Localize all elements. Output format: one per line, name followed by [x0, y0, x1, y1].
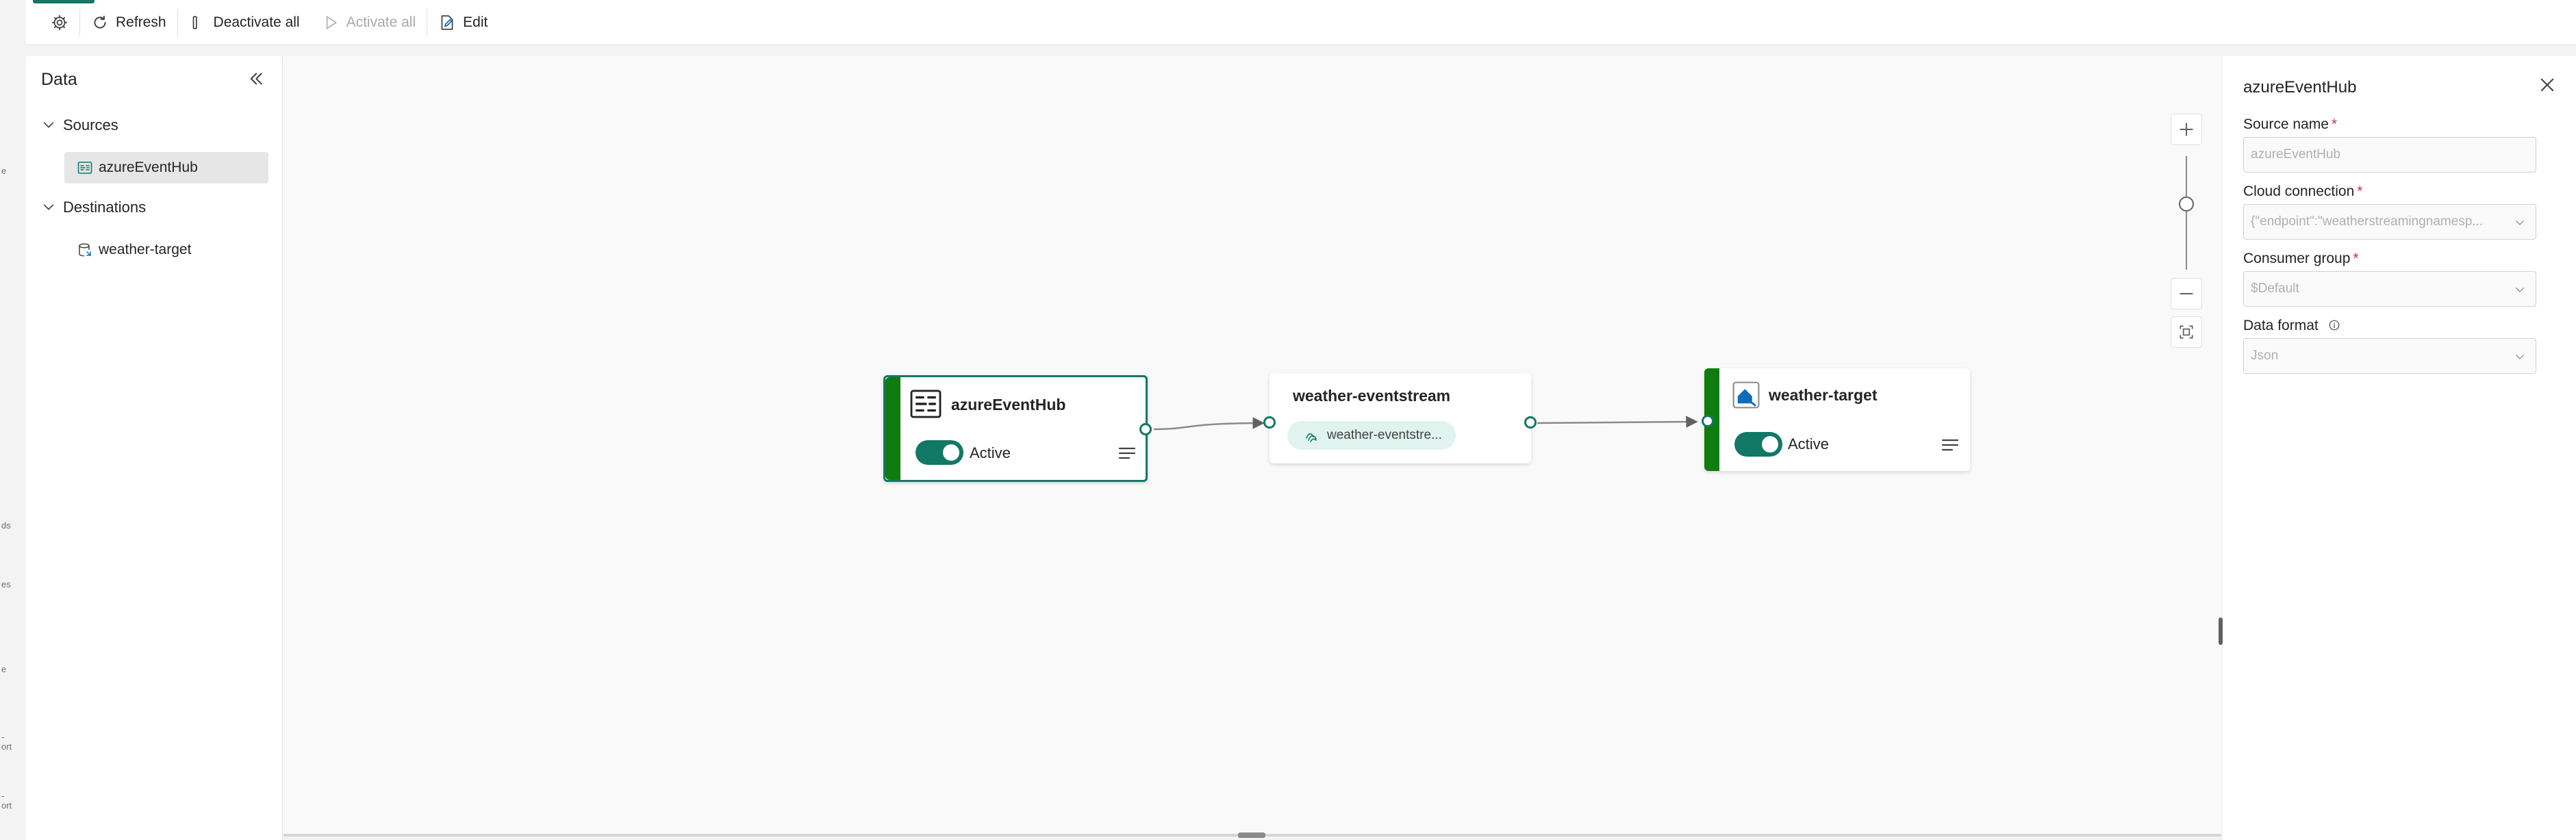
chevron-down-icon: [2516, 288, 2524, 292]
chevron-down-icon: [2516, 355, 2524, 359]
source-output-port[interactable]: [1139, 423, 1152, 435]
source-name-input[interactable]: azureEventHub: [2243, 137, 2536, 173]
menu-lines-icon[interactable]: [1941, 437, 1959, 453]
data-format-label: Data format: [2243, 318, 2340, 334]
cloud-connection-select[interactable]: {"endpoint":"weatherstreamingnamesp...: [2243, 204, 2536, 240]
cloud-connection-label: Cloud connection *: [2243, 183, 2363, 199]
data-format-select[interactable]: Json: [2243, 338, 2536, 374]
edge-stream-to-dest: [1537, 416, 1698, 428]
stream-node-title: weather-eventstream: [1293, 387, 1451, 405]
minus-icon: [2180, 293, 2193, 294]
destination-input-port[interactable]: [1702, 415, 1714, 427]
plus-icon: [2180, 123, 2193, 136]
node-status-bar: [885, 377, 900, 480]
source-node[interactable]: azureEventHub Active: [883, 375, 1148, 482]
eventstream-icon: [1306, 433, 1317, 442]
source-status-label: Active: [970, 444, 1011, 461]
zoom-out-button[interactable]: [2171, 278, 2202, 309]
consumer-group-label: Consumer group *: [2243, 251, 2359, 266]
zoom-slider-thumb[interactable]: [2179, 196, 2194, 212]
destination-active-toggle[interactable]: [1734, 432, 1782, 457]
destination-status-label: Active: [1788, 435, 1829, 453]
stream-node[interactable]: weather-eventstream weather-eventstre...: [1270, 373, 1531, 463]
source-name-label: Source name *: [2243, 116, 2338, 132]
properties-panel: azureEventHub Source name * azureEventHub…: [2223, 56, 2576, 840]
stream-input-port[interactable]: [1263, 416, 1276, 429]
zoom-in-button[interactable]: [2171, 114, 2202, 145]
source-active-toggle[interactable]: [916, 440, 963, 465]
close-icon[interactable]: [2538, 75, 2557, 94]
fit-view-button[interactable]: [2171, 316, 2202, 348]
event-hub-icon: [910, 390, 942, 418]
consumer-group-select[interactable]: $Default: [2243, 271, 2536, 307]
destination-node-title: weather-target: [1769, 386, 1878, 404]
info-icon[interactable]: [2328, 319, 2340, 331]
chevron-down-icon: [2516, 220, 2524, 225]
stream-output-port[interactable]: [1524, 416, 1537, 429]
menu-lines-icon[interactable]: [1118, 446, 1136, 461]
fit-to-screen-icon: [2180, 325, 2193, 339]
stream-chip: weather-eventstre...: [1287, 421, 1456, 450]
properties-title: azureEventHub: [2243, 78, 2357, 97]
source-node-title: azureEventHub: [951, 396, 1066, 413]
zoom-slider-track[interactable]: [2186, 156, 2187, 270]
stream-chip-label: weather-eventstre...: [1327, 428, 1442, 442]
destination-node[interactable]: weather-target Active: [1704, 368, 1970, 471]
edge-source-to-stream: [1153, 417, 1265, 431]
lakehouse-icon: [1732, 381, 1760, 409]
